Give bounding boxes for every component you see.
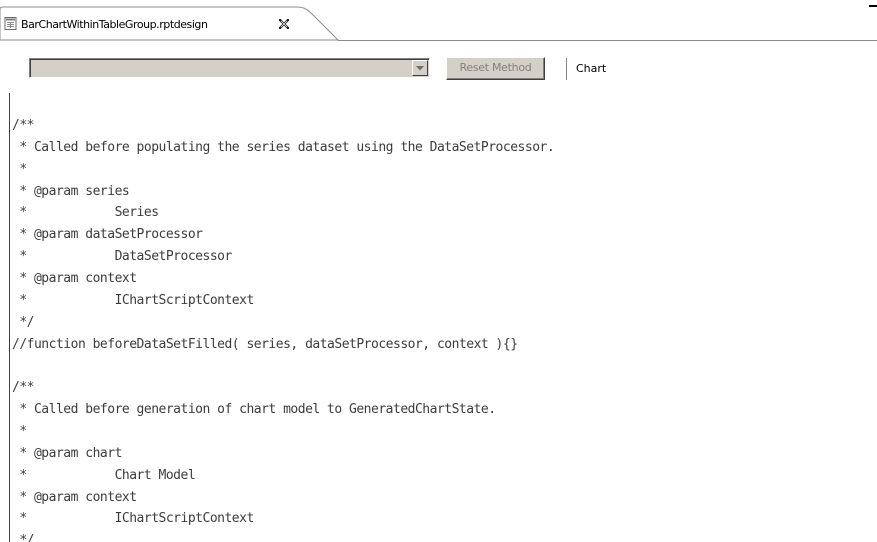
chevron-down-icon [416,66,424,71]
close-icon[interactable] [278,18,290,30]
code-area[interactable]: /** * Called before populating the serie… [12,115,555,542]
reset-method-button[interactable]: Reset Method [446,57,545,80]
code-line: * @param context [12,489,137,505]
code-line: * Series [12,205,159,221]
method-select-dropdown-button[interactable] [412,60,428,76]
code-line: * @param series [12,183,130,199]
code-line: */ [12,533,34,542]
method-select[interactable] [29,58,430,78]
code-line: * IChartScriptContext [12,292,254,308]
code-line: * @param dataSetProcessor [12,227,203,243]
code-line: //function beforeDataSetFilled( series, … [12,336,518,352]
script-editor-window: BarChartWithinTableGroup.rptdesign Reset… [0,0,877,542]
code-line: /** [12,380,34,396]
context-label: Chart [576,62,607,75]
editor-tab-title: BarChartWithinTableGroup.rptdesign [21,18,208,31]
editor-left-margin [0,93,9,542]
report-design-file-icon [4,17,17,30]
code-line: /** [12,118,34,133]
script-toolbar: Reset Method Chart [0,41,877,93]
code-line: * Chart Model [12,467,196,483]
code-line: * [12,161,27,177]
code-line: */ [12,314,34,330]
toolbar-separator-highlight [567,58,568,80]
editor-tab-report-design[interactable]: BarChartWithinTableGroup.rptdesign [3,8,303,38]
code-line: * DataSetProcessor [12,249,232,265]
code-line: * Called before generation of chart mode… [12,402,496,418]
code-line: * [12,424,27,440]
editor-tab-strip: BarChartWithinTableGroup.rptdesign [0,0,877,41]
minimize-icon[interactable] [869,3,877,9]
code-line: * Called before populating the series da… [12,139,555,155]
code-line: * IChartScriptContext [12,511,254,527]
code-line: * @param chart [12,445,122,461]
code-editor[interactable]: /** * Called before populating the serie… [9,93,877,542]
code-line: * @param context [12,271,137,287]
